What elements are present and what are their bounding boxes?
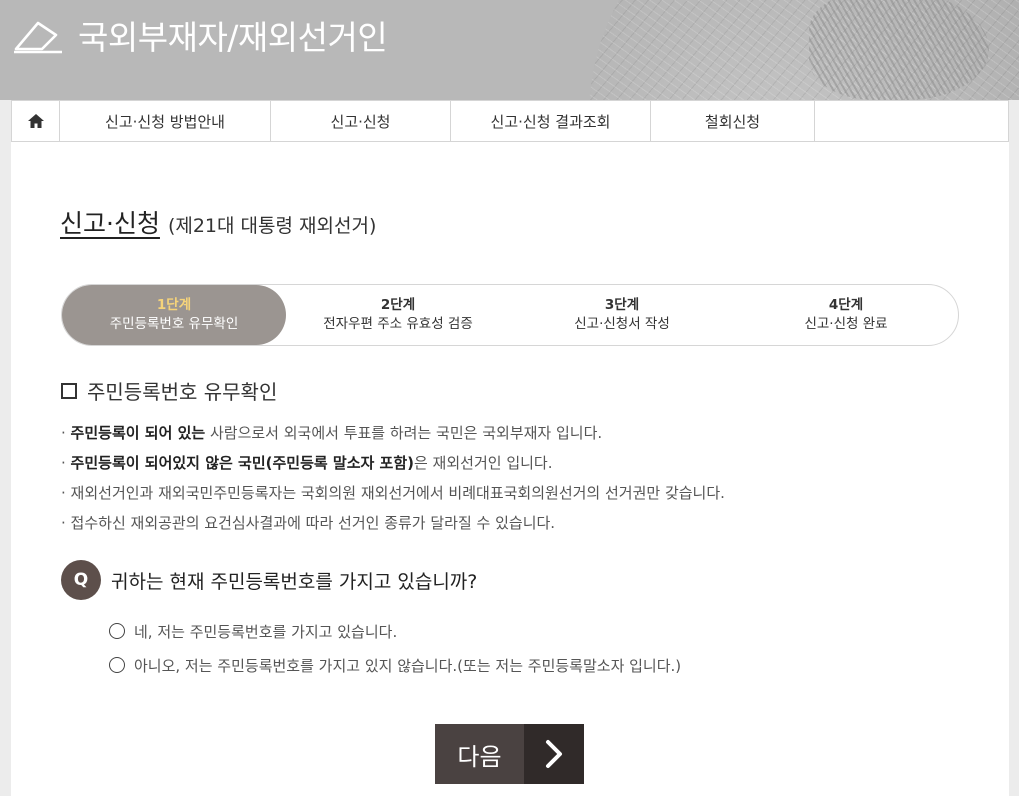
step-label: 신고·신청서 작성 [574,316,670,332]
question-text: 귀하는 현재 주민등록번호를 가지고 있습니까? [111,570,478,593]
option-no[interactable]: 아니오, 저는 주민등록번호를 가지고 있지 않습니다.(또는 저는 주민등록말… [109,648,681,682]
globe-land-illustration [809,0,989,100]
list-item: · 주민등록이 되어있지 않은 국민(주민등록 말소자 포함)은 재외선거인 입… [61,454,553,472]
answer-options: 네, 저는 주민등록번호를 가지고 있습니다. 아니오, 저는 주민등록번호를 … [109,614,681,682]
step-2: 2단계 전자우편 주소 유효성 검증 [286,285,510,345]
nav-item-guide[interactable]: 신고·신청 방법안내 [60,101,271,141]
step-label: 전자우편 주소 유효성 검증 [323,316,473,332]
bullet-bold: 주민등록이 되어있지 않은 국민(주민등록 말소자 포함) [70,454,414,472]
page-title-sub: (제21대 대통령 재외선거) [167,215,377,237]
step-num: 2단계 [380,297,416,313]
banner-title: 국외부재자/재외선거인 [12,10,388,60]
step-num: 1단계 [156,297,192,313]
question: Q 귀하는 현재 주민등록번호를 가지고 있습니까? [61,560,477,600]
square-bullet-icon [61,382,77,399]
step-num: 3단계 [604,297,640,313]
list-item: · 주민등록이 되어 있는 사람으로서 외국에서 투표를 하려는 국민은 국외부… [61,424,603,442]
home-icon [27,114,44,128]
info-list: · 주민등록이 되어 있는 사람으로서 외국에서 투표를 하려는 국민은 국외부… [61,418,725,538]
step-indicator: 1단계 주민등록번호 유무확인 2단계 전자우편 주소 유효성 검증 3단계 신… [61,284,959,346]
option-yes[interactable]: 네, 저는 주민등록번호를 가지고 있습니다. [109,614,681,648]
nav-item-withdraw[interactable]: 철회신청 [651,101,815,141]
q-badge: Q [61,560,101,600]
nav-item-result[interactable]: 신고·신청 결과조회 [451,101,651,141]
bullet-bold: 주민등록이 되어 있는 [70,424,206,442]
option-yes-label: 네, 저는 주민등록번호를 가지고 있습니다. [134,622,398,641]
page-title: 신고·신청 (제21대 대통령 재외선거) [60,204,376,240]
next-button-label: 다음 [435,724,524,784]
step-4: 4단계 신고·신청 완료 [734,285,958,345]
step-label: 주민등록번호 유무확인 [109,316,239,332]
radio-yes[interactable] [109,623,125,639]
radio-no[interactable] [109,657,125,673]
chevron-right-icon [524,724,584,784]
next-button[interactable]: 다음 [435,724,584,784]
list-item: · 재외선거인과 재외국민주민등록자는 국회의원 재외선거에서 비례대표국회의원… [61,484,725,502]
list-item: · 접수하신 재외공관의 요건심사결과에 따라 선거인 종류가 달라질 수 있습… [61,514,556,532]
step-label: 신고·신청 완료 [804,316,888,332]
bullet-text: 접수하신 재외공관의 요건심사결과에 따라 선거인 종류가 달라질 수 있습니다… [70,514,556,532]
step-1: 1단계 주민등록번호 유무확인 [62,285,286,345]
step-num: 4단계 [828,297,864,313]
section-heading: 주민등록번호 유무확인 [61,376,277,405]
section-heading-text: 주민등록번호 유무확인 [87,380,278,404]
eraser-pencil-icon [14,21,62,54]
top-nav: 신고·신청 방법안내 신고·신청 신고·신청 결과조회 철회신청 [11,100,1009,142]
option-no-label: 아니오, 저는 주민등록번호를 가지고 있지 않습니다.(또는 저는 주민등록말… [134,656,682,675]
nav-item-apply[interactable]: 신고·신청 [271,101,451,141]
header-banner: 국외부재자/재외선거인 [0,0,1019,100]
header-title: 국외부재자/재외선거인 [78,18,388,57]
content-card: 신고·신청 방법안내 신고·신청 신고·신청 결과조회 철회신청 신고·신청 (… [11,100,1009,796]
step-3: 3단계 신고·신청서 작성 [510,285,734,345]
bullet-text: 재외선거인과 재외국민주민등록자는 국회의원 재외선거에서 비례대표국회의원선거… [70,484,725,502]
nav-home[interactable] [12,101,60,141]
bullet-text: 사람으로서 외국에서 투표를 하려는 국민은 국외부재자 입니다. [205,424,603,442]
bullet-text: 은 재외선거인 입니다. [413,454,553,472]
page-title-main: 신고·신청 [60,209,160,238]
